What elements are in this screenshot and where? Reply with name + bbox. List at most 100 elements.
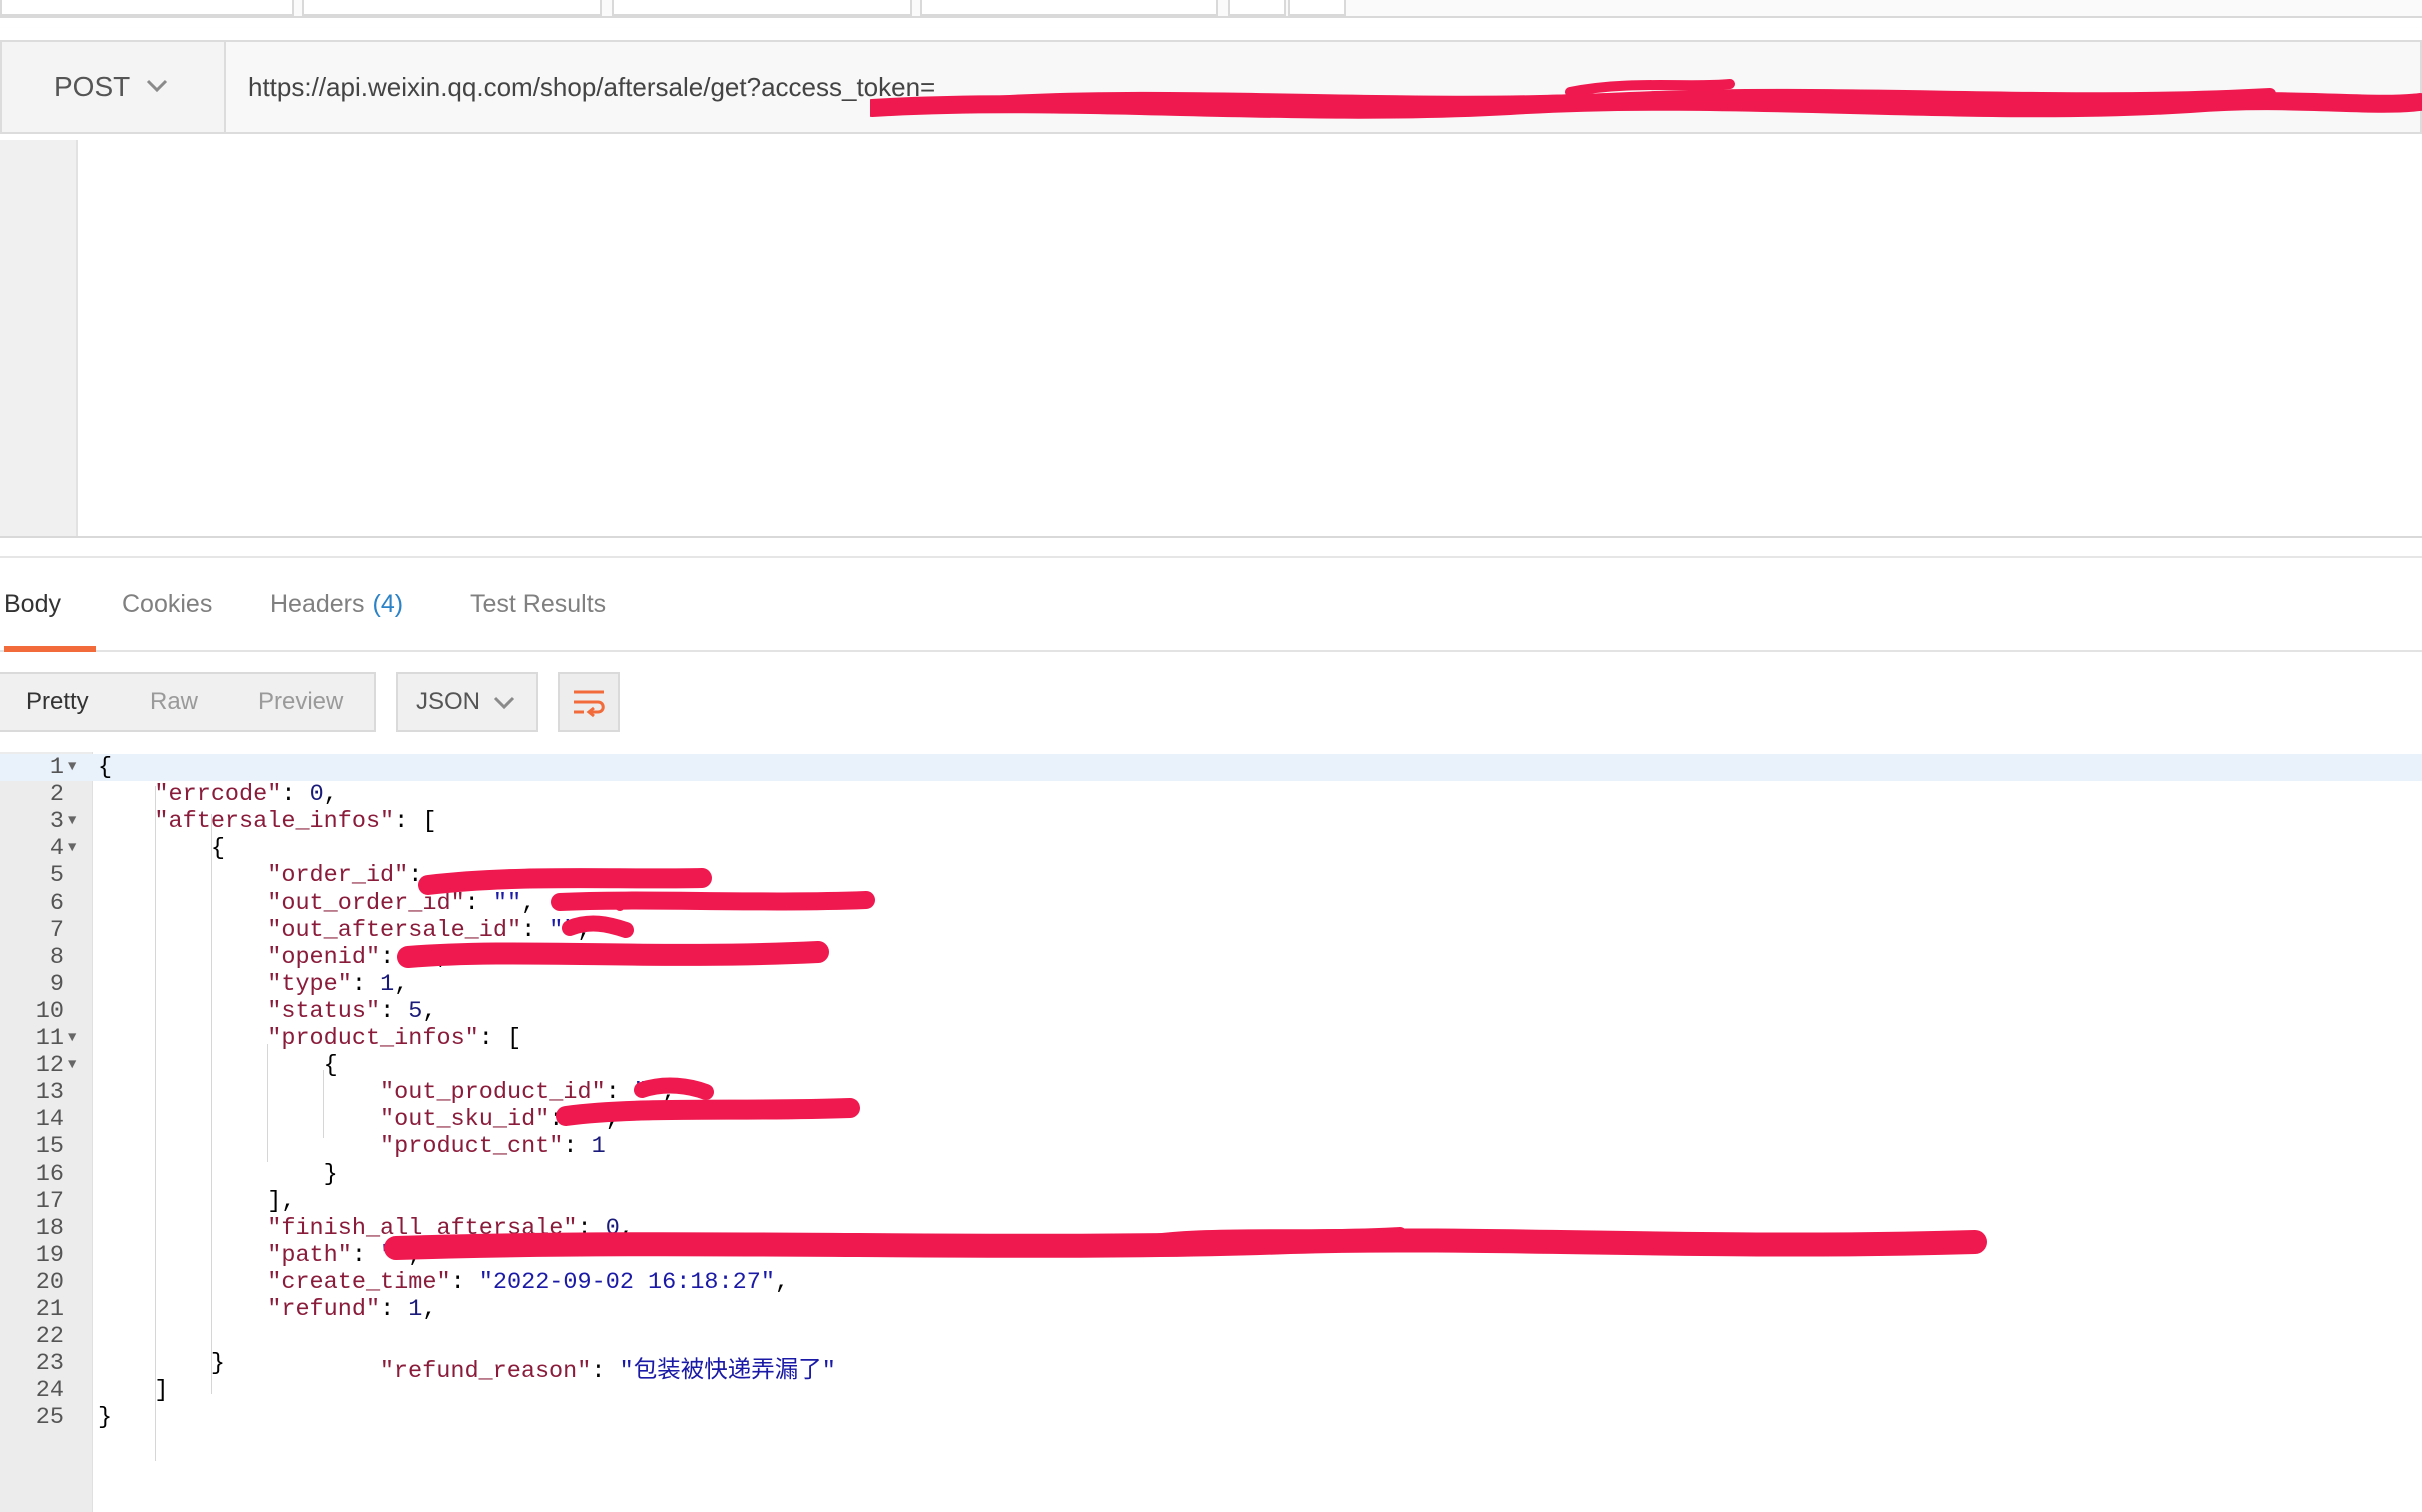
code-text: "openid": "", (267, 943, 451, 971)
line-number: 18 (35, 1214, 64, 1242)
code-line-4: 4 ▼ { (0, 835, 2422, 862)
code-line-15: 15 "product_cnt": 1 (0, 1133, 2422, 1160)
request-editor-gutter (0, 140, 78, 536)
code-line-20: 20 "create_time": "2022-09-02 16:18:27", (0, 1269, 2422, 1296)
raw-button[interactable]: Raw (150, 674, 198, 730)
code-line-7: 7 "out_aftersale_id": "", (0, 917, 2422, 944)
request-tab[interactable] (920, 0, 1218, 16)
code-line-11: 11 ▼ "product_infos": [ (0, 1025, 2422, 1052)
code-line-1: 1 ▼ { (0, 754, 2422, 781)
code-line-13: 13 "out_product_id": "", (0, 1079, 2422, 1106)
raw-label: Raw (150, 688, 199, 715)
code-text: "status": 5, (267, 997, 437, 1025)
code-line-21: 21 "refund": 1, (0, 1296, 2422, 1323)
code-line-22: "refund_reason": "包装被快递弄漏了" (379, 1358, 836, 1385)
code-text: { (210, 835, 225, 863)
code-text: } (323, 1160, 338, 1188)
tab-test-results-label: Test Results (470, 589, 607, 618)
code-text: "refund": 1, (267, 1296, 437, 1323)
pretty-button[interactable]: Pretty (26, 674, 89, 730)
fold-toggle-icon[interactable]: ▼ (68, 754, 76, 781)
line-number: 21 (35, 1296, 64, 1323)
code-line-3: 3 ▼ "aftersale_infos": [ (0, 808, 2422, 835)
code-line-12: 12 ▼ { (0, 1052, 2422, 1079)
code-line-6: 6 "out_order_id": "", (0, 890, 2422, 917)
chevron-down-icon (493, 696, 515, 710)
line-number: 25 (35, 1404, 64, 1432)
line-number: 1 (49, 754, 64, 781)
json-string-value: "包装被快递弄漏了" (619, 1358, 836, 1385)
code-text: "out_order_id": "", (267, 889, 536, 917)
fold-toggle-icon[interactable]: ▼ (68, 1025, 76, 1052)
code-line-5: 5 "order_id": , (0, 862, 2422, 889)
code-text: "order_id": , (267, 862, 451, 890)
pretty-label: Pretty (26, 688, 89, 715)
tab-test-results[interactable]: Test Results (470, 558, 606, 650)
fold-toggle-icon[interactable]: ▼ (68, 1052, 76, 1079)
new-tab-button[interactable] (1228, 0, 1286, 16)
url-input[interactable]: https://api.weixin.qq.com/shop/aftersale… (226, 40, 2422, 134)
language-select[interactable]: JSON (396, 672, 538, 732)
line-number: 3 (49, 808, 64, 836)
line-number: 11 (35, 1025, 64, 1052)
tab-body-label: Body (4, 589, 61, 618)
line-number: 12 (35, 1052, 64, 1080)
line-number: 13 (35, 1079, 64, 1107)
tab-headers[interactable]: Headers (4) (270, 558, 403, 650)
tab-cookies[interactable]: Cookies (122, 558, 212, 650)
tab-cookies-label: Cookies (122, 589, 213, 618)
code-text: ], (267, 1187, 296, 1215)
line-number: 8 (49, 943, 64, 971)
code-line-18: 18 "finish_all_aftersale": 0, (0, 1215, 2422, 1242)
line-number: 14 (35, 1106, 64, 1134)
code-line-19: 19 "path": "", (0, 1242, 2422, 1269)
json-key: "refund_reason" (379, 1358, 592, 1385)
code-text: "errcode": 0, (154, 781, 338, 809)
http-method-select[interactable]: POST (0, 40, 226, 134)
code-text: "create_time": "2022-09-02 16:18:27", (267, 1268, 790, 1296)
response-tabs: Body Cookies Headers (4) Test Results (0, 558, 2422, 652)
tab-headers-label: Headers (270, 589, 365, 618)
line-number: 2 (49, 781, 64, 809)
code-text: "out_aftersale_id": "", (267, 916, 592, 944)
code-line-9: 9 "type": 1, (0, 971, 2422, 998)
code-text: { (98, 754, 113, 781)
request-tab[interactable] (612, 0, 912, 16)
code-text: "aftersale_infos": [ (154, 808, 437, 836)
line-number: 6 (49, 889, 64, 917)
tab-menu-button[interactable] (1288, 0, 1346, 16)
request-tab[interactable] (0, 0, 294, 16)
line-number: 16 (35, 1160, 64, 1188)
fold-toggle-icon[interactable]: ▼ (68, 808, 76, 835)
code-text: } (210, 1350, 225, 1378)
code-text: ] (154, 1377, 169, 1405)
line-number: 9 (49, 970, 64, 998)
code-line-2: 2 "errcode": 0, (0, 781, 2422, 808)
chevron-down-icon (146, 79, 168, 93)
code-line-14: 14 "out_sku_id": "", (0, 1106, 2422, 1133)
code-text: "product_infos": [ (267, 1025, 522, 1052)
wrap-lines-button[interactable] (558, 672, 620, 732)
code-line-17: 17 ], (0, 1188, 2422, 1215)
code-text: "type": 1, (267, 970, 409, 998)
language-label: JSON (416, 688, 481, 715)
code-text: "path": "", (267, 1241, 423, 1269)
request-tab[interactable] (302, 0, 602, 16)
code-line-8: 8 "openid": "", (0, 944, 2422, 971)
request-tab-strip (0, 0, 2422, 18)
tab-body[interactable]: Body (4, 558, 96, 652)
request-body-editor[interactable] (0, 140, 2422, 538)
code-line-16: 16 } (0, 1161, 2422, 1188)
preview-button[interactable]: Preview (258, 674, 343, 730)
line-number: 15 (35, 1133, 64, 1161)
code-text: { (323, 1052, 338, 1080)
line-number: 7 (49, 916, 64, 944)
fold-toggle-icon[interactable]: ▼ (68, 835, 76, 862)
line-number: 17 (35, 1187, 64, 1215)
response-code-viewer[interactable]: 1 ▼{2 "errcode": 0, 3 ▼ "aftersale_infos": … (0, 752, 2422, 1512)
url-text: https://api.weixin.qq.com/shop/aftersale… (248, 71, 936, 102)
code-text: "out_sku_id": "", (380, 1106, 620, 1134)
code-text: "product_cnt": 1 (380, 1133, 606, 1161)
line-number: 10 (35, 997, 64, 1025)
preview-label: Preview (258, 688, 344, 715)
